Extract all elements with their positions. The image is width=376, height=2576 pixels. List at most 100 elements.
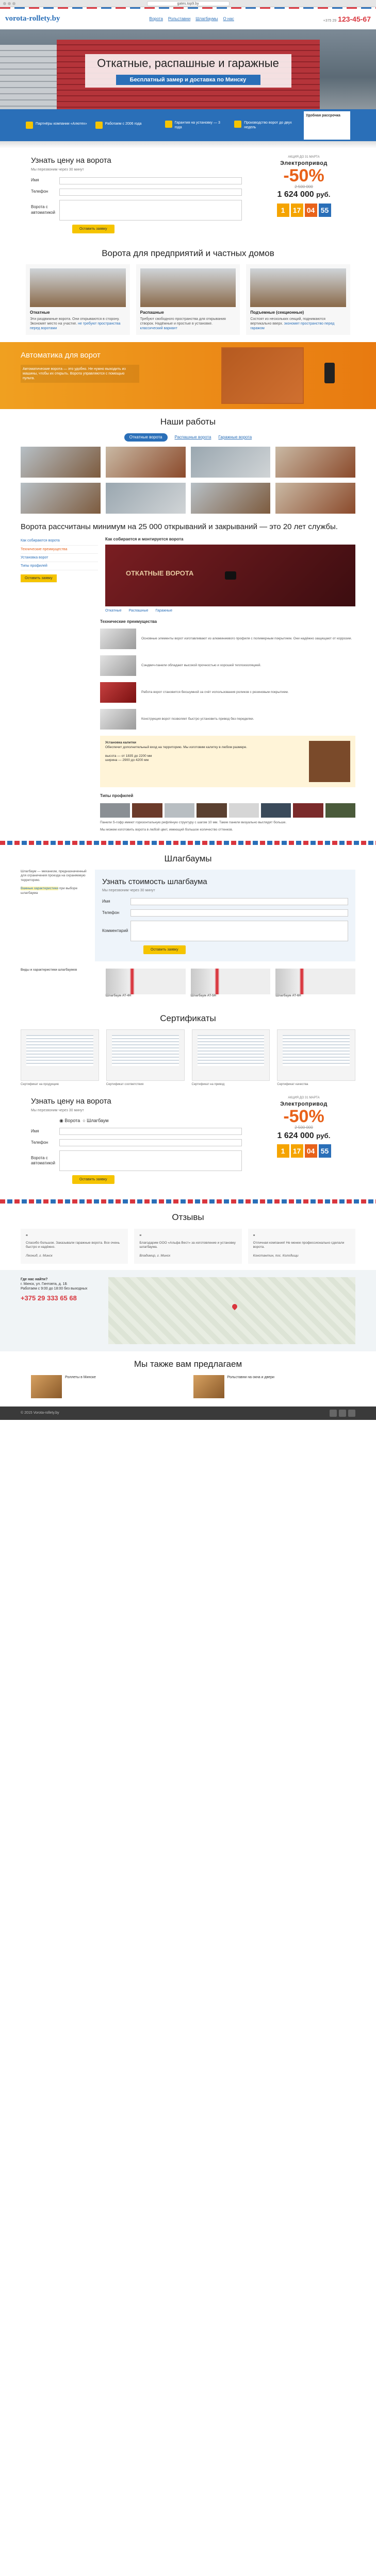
- color-swatch[interactable]: [100, 803, 130, 818]
- works-tabs: Откатные ворота Распашные ворота Гаражны…: [0, 433, 376, 442]
- tab-garage[interactable]: Гаражные ворота: [218, 433, 252, 442]
- phone-input[interactable]: [59, 188, 242, 196]
- action-discount: -50%: [283, 1107, 324, 1127]
- sectional-gate-image: [250, 268, 347, 307]
- gallery-photo[interactable]: [21, 482, 101, 514]
- side-nav-item[interactable]: Типы профилей: [21, 562, 98, 570]
- profiles-block: Типы профилей Панели S-гофр имеют горизо…: [100, 793, 355, 825]
- type-card-sectional[interactable]: Подъемные (секционные) Состоят из несколь…: [246, 264, 351, 335]
- color-swatch[interactable]: [260, 803, 291, 818]
- play-icon[interactable]: [224, 571, 236, 580]
- radio-gates[interactable]: ◉ Ворота: [59, 1118, 80, 1124]
- comment-label: Комментарий: [102, 928, 128, 934]
- facebook-icon[interactable]: [339, 1409, 346, 1417]
- wicket-block: Установка калитки Обеспечит дополнительн…: [100, 736, 355, 788]
- color-swatch[interactable]: [325, 803, 355, 818]
- name-label: Имя: [31, 178, 39, 183]
- color-swatch[interactable]: [293, 803, 323, 818]
- specs-labels: Виды и характеристики шлагбаумов: [21, 969, 77, 972]
- radio-barrier[interactable]: ○ Шлагбаум: [83, 1118, 108, 1124]
- comment-textarea[interactable]: [59, 1150, 242, 1172]
- video-player[interactable]: ОТКАТНЫЕ ВОРОТА: [105, 544, 355, 606]
- cert-image[interactable]: [191, 1029, 270, 1081]
- also-list: Роллеты в Минске Рольставни на окна и дв…: [0, 1375, 376, 1398]
- promo-badge[interactable]: Удобная рассрочка: [304, 111, 350, 140]
- vk-icon[interactable]: [330, 1409, 337, 1417]
- types-title: Ворота для предприятий и частных домов: [102, 248, 274, 258]
- ok-icon[interactable]: [348, 1409, 355, 1417]
- site-logo[interactable]: vorota-rollety.by: [5, 14, 60, 24]
- cert-image[interactable]: [277, 1029, 355, 1081]
- name-input[interactable]: [130, 898, 348, 906]
- color-swatch[interactable]: [132, 803, 162, 818]
- phone-prefix: +375 29: [323, 19, 337, 23]
- gallery-photo[interactable]: [275, 446, 355, 478]
- address-bar[interactable]: gates.top9.by: [146, 1, 230, 6]
- price-form-section: Узнать цену на ворота Мы перезвоним чере…: [0, 148, 376, 241]
- phone-input[interactable]: [59, 1139, 242, 1147]
- name-label: Имя: [102, 899, 110, 904]
- works-title: Наши работы: [160, 417, 216, 427]
- video-tab[interactable]: Откатные: [105, 608, 122, 613]
- type-card-swing[interactable]: Распашные Требуют свободного пространства…: [136, 264, 240, 335]
- barrier-form-subtitle: Мы перезвоним через 30 минут: [102, 889, 155, 893]
- form-subtitle: Мы перезвоним через 30 минут: [31, 1108, 84, 1112]
- contacts-phone[interactable]: +375 29 333 65 68: [21, 1294, 103, 1303]
- phone-input[interactable]: [130, 909, 348, 917]
- video-section: Как собираются ворота Технические преиму…: [0, 537, 376, 613]
- header-phone[interactable]: +375 29 123-45-67: [323, 14, 371, 24]
- also-item[interactable]: Рольставни на окна и двери: [193, 1375, 346, 1398]
- tech-item: Сэндвич-панели обладают высокой прочност…: [100, 655, 355, 676]
- submit-button[interactable]: Оставить заявку: [72, 224, 115, 233]
- browser-toolbar: gates.top9.by: [0, 0, 376, 7]
- tab-swing[interactable]: Распашные ворота: [175, 433, 211, 442]
- side-nav-item[interactable]: Технические преимущества: [21, 546, 98, 554]
- name-input[interactable]: [59, 177, 242, 184]
- menu-item-about[interactable]: О нас: [223, 16, 234, 22]
- cert-image[interactable]: [21, 1029, 99, 1081]
- side-nav-button[interactable]: Оставить заявку: [21, 574, 57, 583]
- certs-captions: Сертификат на продукцию Сертификат соотв…: [0, 1081, 376, 1089]
- name-input[interactable]: [59, 1128, 242, 1136]
- video-tab[interactable]: Гаражные: [156, 608, 173, 613]
- video-tab[interactable]: Распашные: [129, 608, 149, 613]
- gallery-photo[interactable]: [275, 482, 355, 514]
- tab-sliding[interactable]: Откатные ворота: [124, 433, 168, 442]
- comment-textarea[interactable]: [59, 199, 242, 221]
- drive-image: [100, 709, 136, 730]
- barrier-description: Шлагбаум — механизм, предназначенный для…: [21, 869, 87, 895]
- tech-item: Конструкция ворот позволяет быстро устан…: [100, 709, 355, 730]
- comment-textarea[interactable]: [130, 921, 348, 942]
- gallery-photo[interactable]: [190, 482, 271, 514]
- panel-image: [100, 655, 136, 676]
- reviews-list: “Спасибо большое. Заказывали гаражные во…: [0, 1228, 376, 1264]
- tech-item: Основные элементы ворот изготавливают из…: [100, 629, 355, 650]
- barrier-form-title: Узнать стоимость шлагбаума: [102, 877, 207, 886]
- menu-item-shutters[interactable]: Рольставни: [168, 16, 190, 22]
- menu-item-gates[interactable]: Ворота: [149, 16, 163, 22]
- type-card-sliding[interactable]: Откатные Эти раздвижные ворота. Они откры…: [26, 264, 130, 335]
- submit-button[interactable]: Оставить заявку: [143, 945, 186, 955]
- timer-seconds: 55: [318, 204, 331, 217]
- gallery-photo[interactable]: [190, 446, 271, 478]
- gallery-photo[interactable]: [105, 482, 186, 514]
- also-item[interactable]: Роллеты в Минске: [31, 1375, 183, 1398]
- hero-subtitle: Бесплатный замер и доставка по Минску: [116, 75, 260, 86]
- color-swatch[interactable]: [228, 803, 259, 818]
- cert-image[interactable]: [106, 1029, 185, 1081]
- side-nav-item[interactable]: Как собираются ворота: [21, 537, 98, 546]
- feature-item: Партнёры компании «Алютех»: [26, 122, 89, 129]
- site-header: vorota-rollety.by Ворота Рольставни Шлаг…: [0, 9, 376, 29]
- color-swatch[interactable]: [164, 803, 195, 818]
- gallery-photo[interactable]: [105, 446, 186, 478]
- window-controls[interactable]: [3, 2, 15, 5]
- color-swatch[interactable]: [197, 803, 227, 818]
- location-map[interactable]: [108, 1277, 355, 1344]
- menu-item-barriers[interactable]: Шлагбаумы: [195, 16, 218, 22]
- submit-button[interactable]: Оставить заявку: [72, 1175, 115, 1184]
- timer-days: 1: [276, 1144, 289, 1158]
- quote-icon: “: [253, 1233, 255, 1239]
- gallery-photo[interactable]: [21, 446, 101, 478]
- color-swatches: [100, 803, 355, 818]
- side-nav-item[interactable]: Установка ворот: [21, 554, 98, 562]
